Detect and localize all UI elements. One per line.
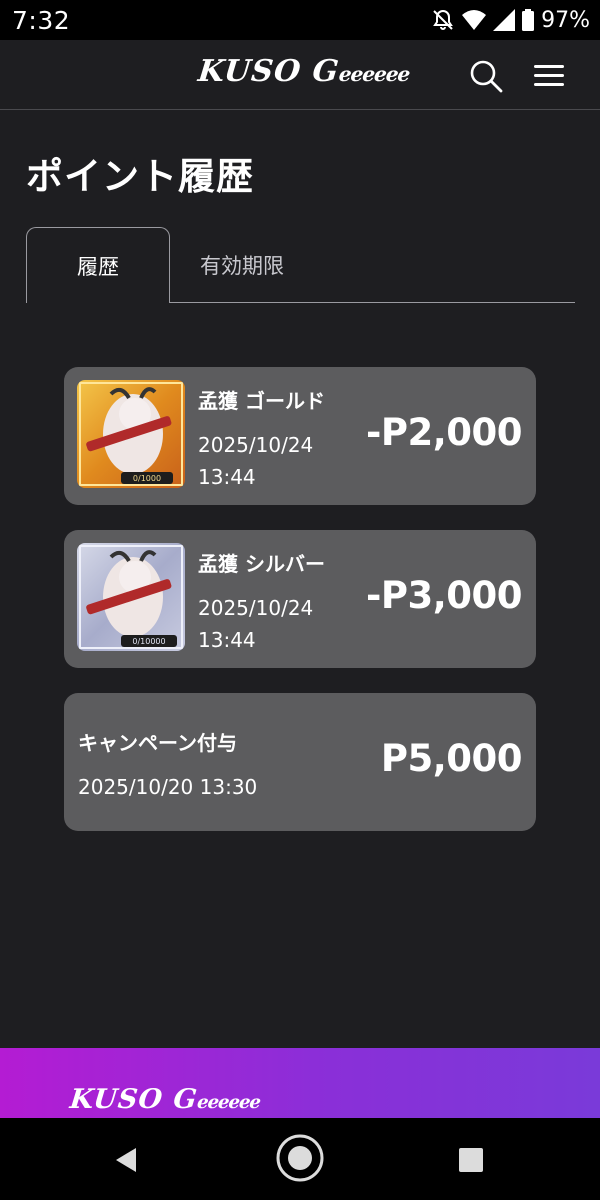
logo-main-text: KUSO G [196,54,342,89]
back-icon [116,1148,136,1172]
item-date-day: 2025/10/24 [198,596,314,620]
battery-percent: 97% [541,7,590,33]
app-header: KUSO G eeeeee [0,40,600,110]
tab-history[interactable]: 履歴 [26,227,170,303]
item-title: 孟獲 シルバー [198,552,325,576]
history-item[interactable]: 0/1000 孟獲 ゴールド 2025/10/24 13:44 -P2,000 [64,367,536,505]
menu-button[interactable] [532,60,566,92]
thumb-counter: 0/10000 [132,637,165,646]
item-amount: P5,000 [380,737,523,780]
status-bar: 7:32 97% [0,0,600,40]
item-amount: -P3,000 [365,574,523,617]
status-time: 7:32 [12,5,71,35]
item-title: キャンペーン付与 [78,731,237,755]
tab-bar: 履歴 有効期限 [26,227,575,303]
search-button[interactable] [468,58,504,94]
recents-icon [459,1148,483,1172]
signal-icon [493,9,516,31]
history-item[interactable]: キャンペーン付与 2025/10/20 13:30 P5,000 [64,693,536,831]
item-thumbnail: 0/1000 [77,380,185,488]
footer-logo-tail: eeeeee [196,1092,262,1113]
system-nav-bar [0,1118,600,1200]
recents-button[interactable] [458,1147,484,1173]
item-date-time: 13:44 [198,628,256,652]
item-title: 孟獲 ゴールド [198,389,325,413]
site-logo[interactable]: KUSO G eeeeee [196,54,412,94]
item-date-day: 2025/10/24 [198,433,314,457]
footer-logo-main: KUSO G [68,1084,200,1115]
status-icons: 97% [431,8,590,33]
history-item[interactable]: 0/10000 孟獲 シルバー 2025/10/24 13:44 -P3,000 [64,530,536,668]
bell-off-icon [431,8,455,32]
footer-banner: KUSO G eeeeee [0,1048,600,1118]
item-date: 2025/10/24 13:44 [198,592,348,656]
footer-logo[interactable]: KUSO G eeeeee [68,1084,262,1115]
item-date-time: 13:44 [198,465,256,489]
wifi-icon [462,9,487,31]
page-title: ポイント履歴 [26,155,254,198]
hamburger-menu-icon [534,65,564,86]
logo-tail-text: eeeeee [337,62,411,86]
item-amount: -P2,000 [365,411,523,454]
tab-expiration[interactable]: 有効期限 [170,227,314,303]
battery-icon [522,9,535,31]
home-button[interactable] [274,1132,326,1184]
back-button[interactable] [112,1146,140,1174]
search-icon [470,60,503,93]
home-icon [276,1134,324,1182]
thumb-counter: 0/1000 [133,474,161,483]
item-date: 2025/10/24 13:44 [198,429,348,493]
item-thumbnail: 0/10000 [77,543,185,651]
item-date: 2025/10/20 13:30 [78,775,258,799]
